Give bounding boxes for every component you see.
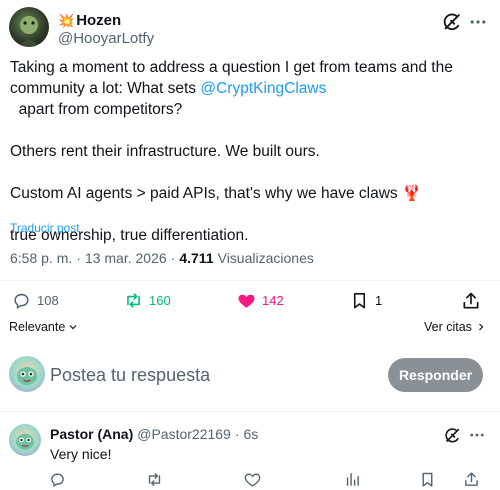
- reply-views-icon[interactable]: [344, 471, 361, 490]
- reply-avatar-art-icon: [16, 433, 34, 450]
- composer-avatar-art-icon: [17, 367, 37, 385]
- bookmarks-count: 1: [375, 293, 383, 308]
- grok-icon[interactable]: [441, 11, 463, 33]
- reply-like-icon[interactable]: [244, 471, 261, 490]
- reply-repost-icon[interactable]: [146, 471, 163, 490]
- reply-action[interactable]: 108: [12, 291, 59, 310]
- share-icon: [463, 292, 479, 309]
- author-name-row[interactable]: 💥 Hozen: [58, 12, 121, 29]
- reply-author-handle[interactable]: @Pastor22169: [137, 426, 231, 442]
- replies-count: 108: [37, 293, 59, 308]
- avatar-art-icon: [19, 16, 39, 47]
- author-name[interactable]: Hozen: [76, 12, 121, 29]
- tweet-line-2-suffix: apart from competitors?: [10, 101, 183, 118]
- tweet-text: Taking a moment to address a question I …: [10, 57, 494, 246]
- author-badge-emoji: 💥: [58, 12, 75, 28]
- tweet-line-2-prefix: community a lot: What sets: [10, 80, 201, 97]
- bookmark-action[interactable]: 1: [350, 291, 382, 310]
- tweet-time[interactable]: 6:58 p. m.: [10, 250, 72, 266]
- divider-composer: [0, 411, 500, 412]
- tweet-line-2: community a lot: What sets @CryptKingCla…: [10, 78, 494, 120]
- tweet-paragraph-4: true ownership, true differentiation.: [10, 227, 249, 244]
- reply-grok-icon[interactable]: [443, 426, 463, 446]
- tweet-line-1: Taking a moment to address a question I …: [10, 59, 453, 76]
- reply-age[interactable]: 6s: [244, 426, 259, 442]
- tweet-paragraph-2: Others rent their infrastructure. We bui…: [10, 143, 320, 160]
- likes-count: 142: [262, 293, 284, 308]
- views-count[interactable]: 4.711: [179, 250, 213, 266]
- share-action[interactable]: [461, 291, 481, 311]
- author-handle[interactable]: @HooyarLotfy: [58, 30, 154, 47]
- reposts-count: 160: [149, 293, 171, 308]
- tweet-paragraph-3: Custom AI agents > paid APIs, that's why…: [10, 183, 494, 204]
- chevron-right-icon: [479, 323, 484, 331]
- reply-separator: ·: [234, 426, 240, 442]
- reply-submit-button[interactable]: Responder: [388, 358, 483, 392]
- lobster-emoji: 🦞: [401, 185, 422, 202]
- mention-link[interactable]: @CryptKingClaws: [200, 80, 326, 97]
- sort-relevance-label: Relevante: [9, 320, 66, 334]
- reply-input[interactable]: [50, 362, 370, 388]
- meta-separator-1: ·: [76, 250, 81, 266]
- bookmark-icon: [353, 292, 366, 309]
- view-quotes-label: Ver citas: [424, 320, 472, 334]
- reply-share-icon[interactable]: [463, 471, 480, 490]
- view-quotes-link[interactable]: Ver citas: [424, 320, 487, 334]
- sort-relevance-dropdown[interactable]: Relevante: [9, 320, 79, 334]
- reply-bookmark-icon[interactable]: [419, 471, 436, 490]
- composer-avatar[interactable]: [9, 356, 45, 392]
- reply-reply-icon[interactable]: [49, 471, 66, 490]
- meta-separator-2: ·: [170, 250, 176, 266]
- like-action[interactable]: 142: [237, 291, 284, 310]
- reply-header: Pastor (Ana) @Pastor22169 · 6s: [50, 426, 258, 442]
- divider-top-actions: [0, 280, 500, 281]
- tweet-date[interactable]: 13 mar. 2026: [85, 250, 167, 266]
- more-options-icon[interactable]: [468, 12, 490, 32]
- reply-avatar[interactable]: [9, 424, 41, 456]
- repost-action[interactable]: 160: [124, 291, 171, 310]
- heart-icon: [238, 294, 255, 308]
- reply-text: Very nice!: [50, 446, 112, 462]
- reply-icon: [14, 293, 29, 309]
- repost-icon: [127, 293, 140, 308]
- tweet-paragraph-3-text: Custom AI agents > paid APIs, that's why…: [10, 185, 398, 202]
- reply-author-name[interactable]: Pastor (Ana): [50, 426, 133, 442]
- translate-post-link[interactable]: Traducir post: [10, 221, 80, 235]
- author-avatar[interactable]: [9, 7, 49, 47]
- views-label: Visualizaciones: [217, 250, 314, 266]
- reply-more-options-icon[interactable]: [468, 426, 488, 446]
- tweet-meta: 6:58 p. m. · 13 mar. 2026 · 4.711 Visual…: [10, 250, 314, 266]
- chevron-down-icon: [69, 325, 77, 330]
